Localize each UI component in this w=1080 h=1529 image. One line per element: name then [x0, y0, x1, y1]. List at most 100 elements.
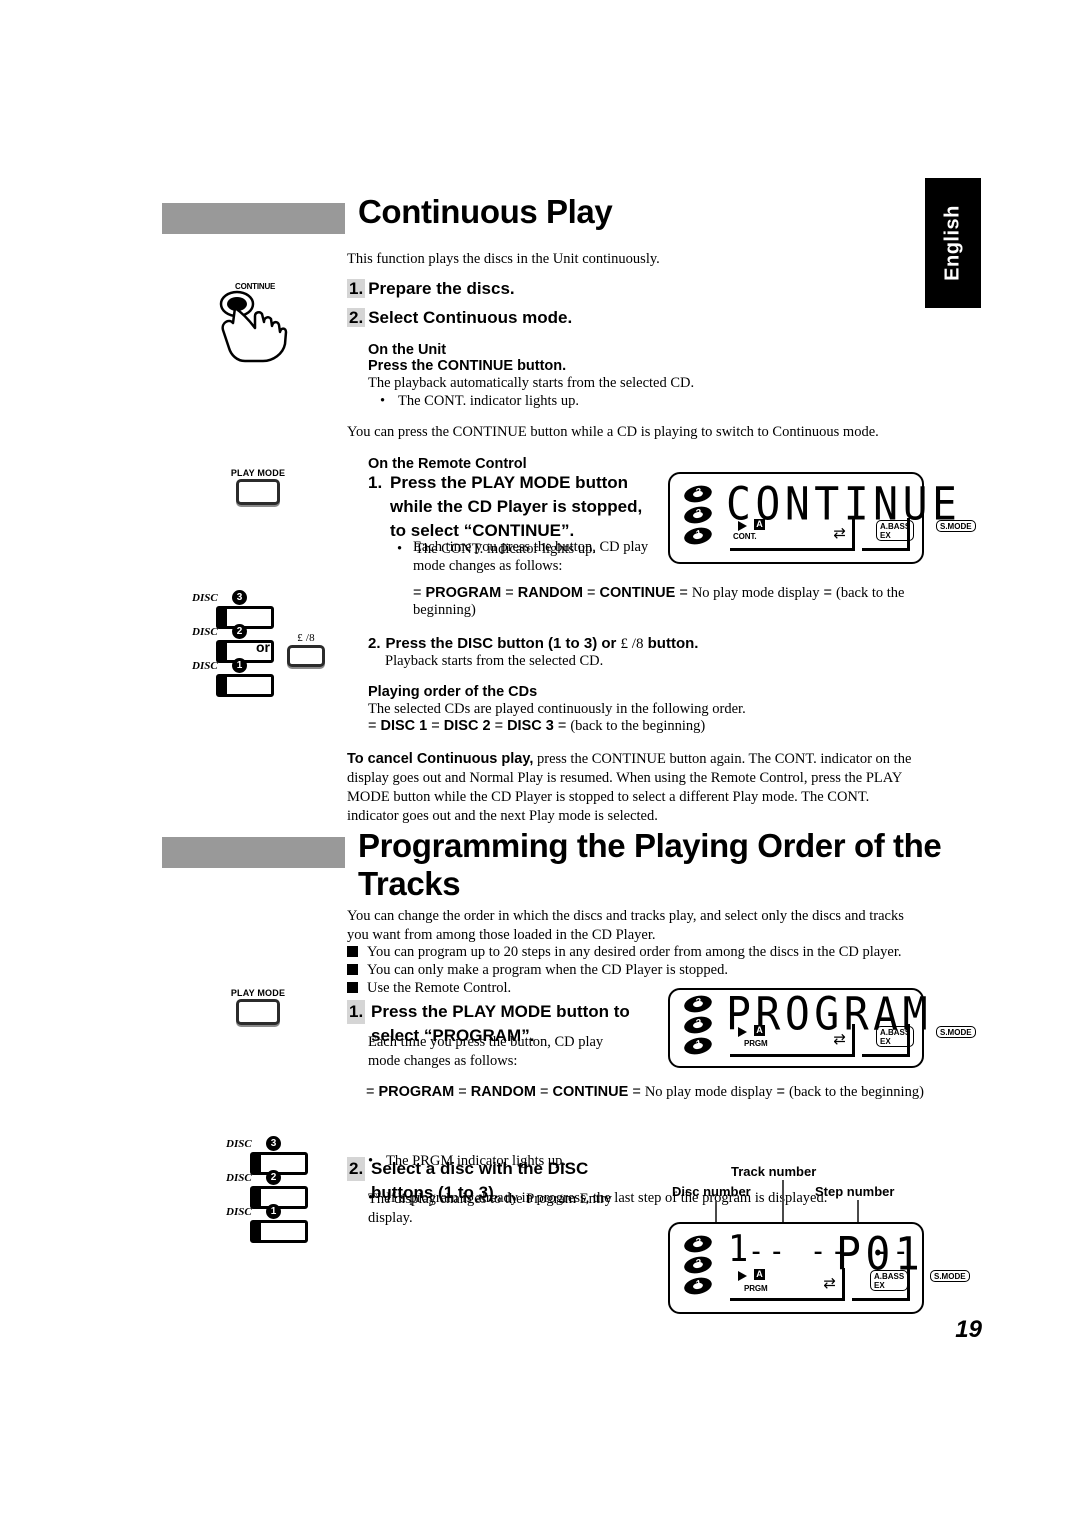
remote-step-1: 1. Press the PLAY MODE button while the C… — [368, 471, 658, 543]
abass-indicator: A.BASS EX — [870, 1270, 909, 1291]
remote-bullet-2: Each time you press the button, CD play … — [413, 539, 649, 574]
step-number: 1. — [347, 279, 366, 298]
mode-indicator: PRGM — [744, 1039, 768, 1048]
square-bullet-icon — [347, 946, 358, 957]
play-mode-button-label: PLAY MODE — [230, 988, 286, 998]
disc-order-flow: = DISC 1 = DISC 2 = DISC 3 = (back to th… — [368, 718, 908, 735]
flow-arrow: = — [587, 585, 596, 601]
step-label: Press the DISC button (1 to 3) or — [385, 635, 617, 652]
disc-indicator-group: 3 2 1 — [682, 483, 722, 547]
repeat-icon: ⇄ — [833, 524, 846, 542]
bullet-text: The CONT. indicator lights up. — [398, 393, 579, 409]
playback-indicator-group: A PRGM ⇄ — [730, 1024, 855, 1057]
sound-indicator-group: A.BASS EX S.MODE — [852, 1268, 970, 1301]
disc-label: DISC — [192, 660, 218, 672]
play-mode-button-artwork-1: PLAY MODE — [228, 468, 288, 505]
disc-label: DISC — [226, 1138, 252, 1150]
play-icon — [738, 1027, 747, 1037]
flow-arrow: = — [368, 718, 377, 734]
cancel-continuous-play: To cancel Continuous play, press the CON… — [347, 750, 917, 826]
smode-indicator: S.MODE — [936, 1026, 976, 1038]
repeat-icon: ⇄ — [823, 1274, 836, 1292]
flow-arrow: = — [505, 585, 514, 601]
lcd-indicator-row: A PRGM ⇄ A.BASS EX S.MODE — [730, 1268, 970, 1302]
disc-indicator-3: 3 — [682, 483, 714, 505]
button-shape — [287, 645, 325, 667]
on-the-unit-bullet: • The CONT. indicator lights up. — [368, 392, 938, 411]
square-bullet-icon — [347, 982, 358, 993]
flow-tail: (back to the beginning) — [789, 1084, 924, 1100]
or-label: or — [256, 639, 270, 655]
disc-indicator-2: 2 — [682, 504, 714, 526]
hand-pointing-icon — [219, 290, 288, 363]
flow-item-continue: CONTINUE — [599, 585, 676, 601]
a-indicator: A — [754, 1269, 765, 1280]
section2-bullet-1: You can program up to 20 steps in any de… — [347, 943, 919, 962]
disc-number-badge: 3 — [266, 1136, 281, 1151]
flow-arrow: = — [776, 1084, 785, 1100]
flow-arrow: = — [366, 1084, 375, 1100]
step-label-tail: button. — [647, 635, 699, 652]
program-step-2-body: The display changes to the Program Entry… — [368, 1191, 613, 1226]
abass-indicator: A.BASS EX — [876, 520, 915, 541]
smode-indicator: S.MODE — [936, 520, 976, 532]
step-select-continuous-mode: 2. Select Continuous mode. — [347, 306, 572, 330]
lcd-display-program: 3 2 1 PROGRAM A PRGM ⇄ A.BASS EX S.MODE — [668, 988, 976, 1068]
remote-step-2-body: Playback starts from the selected CD. — [385, 653, 604, 669]
disc-button-1: DISC 1 — [226, 1204, 336, 1243]
program-step-1-body: Each time you press the button, CD play … — [368, 1034, 604, 1069]
play-pause-button-artwork: £ /8 — [283, 632, 329, 667]
smode-indicator: S.MODE — [930, 1270, 970, 1282]
disc-indicator-group: 3 2 1 — [682, 1233, 722, 1297]
heading-gray-bar — [162, 203, 345, 234]
playing-order-body: The selected CDs are played continuously… — [368, 701, 746, 717]
disc-buttons-artwork-2: DISC 3 DISC 2 DISC 1 — [226, 1136, 336, 1243]
button-shape — [236, 479, 280, 505]
heading-gray-bar — [162, 837, 345, 868]
bullet-text: You can only make a program when the CD … — [367, 962, 728, 978]
flow-tail: (back to the beginning) — [570, 718, 706, 734]
disc-label: DISC — [192, 626, 218, 638]
play-mode-button-label: PLAY MODE — [230, 468, 286, 478]
disc-indicator-2: 2 — [682, 1014, 714, 1036]
disc-indicator-group: 3 2 1 — [682, 993, 722, 1057]
flow-arrow: = — [557, 718, 567, 734]
step-number: 2. — [347, 1157, 366, 1181]
step-number: 2. — [347, 308, 366, 327]
disc-number-badge: 3 — [232, 590, 247, 605]
flow-arrow: = — [413, 585, 422, 601]
button-shape — [236, 999, 280, 1025]
flow-item-random: RANDOM — [470, 1084, 537, 1100]
manual-page: English Continuous Play This function pl… — [0, 0, 1080, 1529]
mode-indicator: PRGM — [744, 1284, 768, 1293]
playback-indicator-group: A CONT. ⇄ — [730, 518, 855, 551]
page-number: 19 — [955, 1316, 982, 1343]
play-pause-symbol: £ /8 — [620, 636, 644, 652]
lcd-indicator-row: A CONT. ⇄ A.BASS EX S.MODE — [730, 518, 976, 552]
flow-arrow: = — [823, 585, 832, 601]
step-number: 1. — [368, 473, 383, 492]
disc-indicator-1: 1 — [682, 1035, 714, 1057]
flow-arrow: = — [494, 718, 504, 734]
sound-indicator-group: A.BASS EX S.MODE — [862, 1024, 976, 1057]
section1-intro: This function plays the discs in the Uni… — [347, 251, 660, 267]
play-icon — [738, 1271, 747, 1281]
section2-title: Programming the Playing Order of the Tra… — [358, 827, 942, 902]
step-label: Select Continuous mode. — [368, 308, 573, 327]
disc-number-badge: 2 — [266, 1170, 281, 1185]
disc-label: DISC — [192, 592, 218, 604]
on-the-unit-body: The playback automatically starts from t… — [368, 375, 695, 391]
disc-label: DISC — [226, 1172, 252, 1184]
continue-button-illustration: CONTINUE — [205, 282, 325, 372]
flow-item-none: No play mode display — [691, 585, 820, 601]
callout-leader-track — [782, 1180, 784, 1228]
sound-indicator-group: A.BASS EX S.MODE — [862, 518, 976, 551]
cancel-lead: To cancel Continuous play, — [347, 751, 534, 767]
flow-arrow: = — [632, 1084, 641, 1100]
button-shape — [250, 1220, 308, 1243]
disc-indicator-1: 1 — [682, 525, 714, 547]
step-label: Prepare the discs. — [368, 279, 515, 298]
flow-arrow: = — [540, 1084, 549, 1100]
disc-number-badge: 2 — [232, 624, 247, 639]
play-icon — [738, 521, 747, 531]
